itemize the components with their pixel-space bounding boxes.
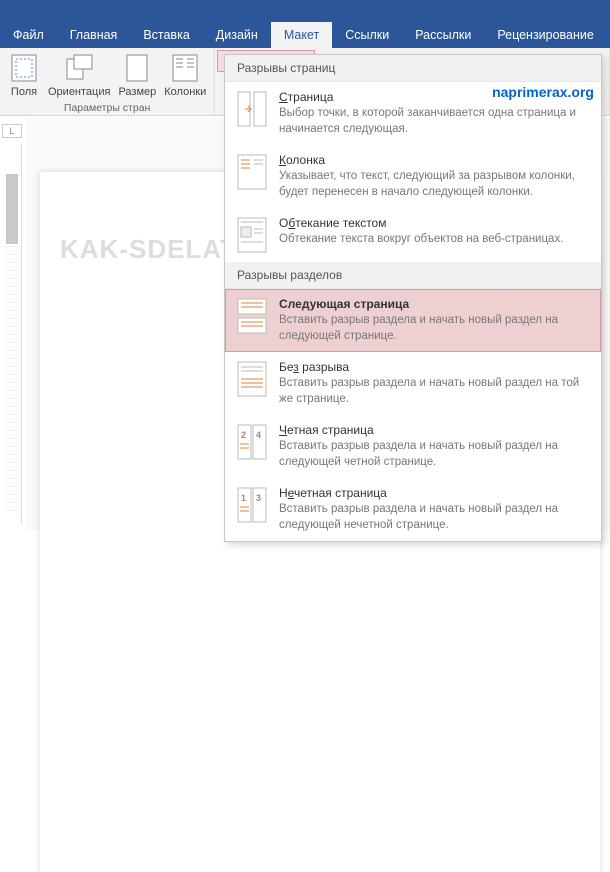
margins-icon	[8, 52, 40, 84]
break-continuous-desc: Вставить разрыв раздела и начать новый р…	[279, 376, 591, 407]
break-wrap-item[interactable]: Обтекание текстом Обтекание текста вокру…	[225, 208, 601, 262]
size-icon	[121, 52, 153, 84]
page-setup-group-label: Параметры стран	[4, 100, 210, 116]
tab-design[interactable]: Дизайн	[203, 22, 271, 48]
svg-text:4: 4	[256, 430, 261, 440]
break-odd-page-item[interactable]: 13 Нечетная страница Вставить разрыв раз…	[225, 478, 601, 541]
svg-text:3: 3	[256, 493, 261, 503]
orientation-button[interactable]: Ориентация	[44, 50, 114, 100]
ribbon-group-page-setup: Поля Ориентация Размер Колонки	[0, 48, 215, 115]
tab-home[interactable]: Главная	[57, 22, 131, 48]
break-wrap-desc: Обтекание текста вокруг объектов на веб-…	[279, 232, 591, 248]
window-titlebar	[0, 0, 610, 22]
watermark-link[interactable]: naprimerax.org	[492, 84, 594, 100]
ruler-corner[interactable]: L	[2, 124, 22, 138]
break-column-desc: Указывает, что текст, следующий за разры…	[279, 169, 591, 200]
tab-file[interactable]: Файл	[0, 22, 57, 48]
break-next-page-icon	[235, 297, 269, 335]
break-continuous-item[interactable]: Без разрыва Вставить разрыв раздела и на…	[225, 352, 601, 415]
break-continuous-title: Без разрыва	[279, 360, 591, 374]
break-wrap-title: Обтекание текстом	[279, 216, 591, 230]
break-column-icon	[235, 153, 269, 191]
break-even-page-icon: 24	[235, 423, 269, 461]
section-page-breaks: Разрывы страниц	[225, 55, 601, 82]
orientation-label: Ориентация	[48, 86, 110, 98]
tab-insert[interactable]: Вставка	[130, 22, 202, 48]
svg-text:2: 2	[241, 430, 246, 440]
breaks-dropdown: Разрывы страниц Страница Выбор точки, в …	[224, 54, 602, 542]
break-even-page-item[interactable]: 24 Четная страница Вставить разрыв разде…	[225, 415, 601, 478]
svg-text:1: 1	[241, 493, 246, 503]
break-next-page-item[interactable]: Следующая страница Вставить разрыв разде…	[225, 289, 601, 352]
break-odd-page-desc: Вставить разрыв раздела и начать новый р…	[279, 502, 591, 533]
size-label: Размер	[118, 86, 156, 98]
columns-icon	[169, 52, 201, 84]
margins-button[interactable]: Поля	[4, 50, 44, 100]
vertical-ruler[interactable]	[2, 144, 22, 524]
break-page-desc: Выбор точки, в которой заканчивается одн…	[279, 106, 591, 137]
tab-mailings[interactable]: Рассылки	[402, 22, 484, 48]
margins-label: Поля	[11, 86, 37, 98]
tab-review[interactable]: Рецензирование	[484, 22, 607, 48]
orientation-icon	[63, 52, 95, 84]
ribbon-tabs: Файл Главная Вставка Дизайн Макет Ссылки…	[0, 22, 610, 48]
section-section-breaks: Разрывы разделов	[225, 262, 601, 289]
break-next-page-desc: Вставить разрыв раздела и начать новый р…	[279, 313, 591, 344]
tab-layout[interactable]: Макет	[271, 22, 332, 48]
break-odd-page-title: Нечетная страница	[279, 486, 591, 500]
break-wrap-icon	[235, 216, 269, 254]
break-even-page-title: Четная страница	[279, 423, 591, 437]
break-odd-page-icon: 13	[235, 486, 269, 524]
size-button[interactable]: Размер	[114, 50, 160, 100]
columns-button[interactable]: Колонки	[160, 50, 210, 100]
break-next-page-title: Следующая страница	[279, 297, 591, 311]
break-even-page-desc: Вставить разрыв раздела и начать новый р…	[279, 439, 591, 470]
break-continuous-icon	[235, 360, 269, 398]
columns-label: Колонки	[164, 86, 206, 98]
break-page-icon	[235, 90, 269, 128]
break-column-item[interactable]: Колонка Указывает, что текст, следующий …	[225, 145, 601, 208]
break-column-title: Колонка	[279, 153, 591, 167]
tab-references[interactable]: Ссылки	[332, 22, 402, 48]
